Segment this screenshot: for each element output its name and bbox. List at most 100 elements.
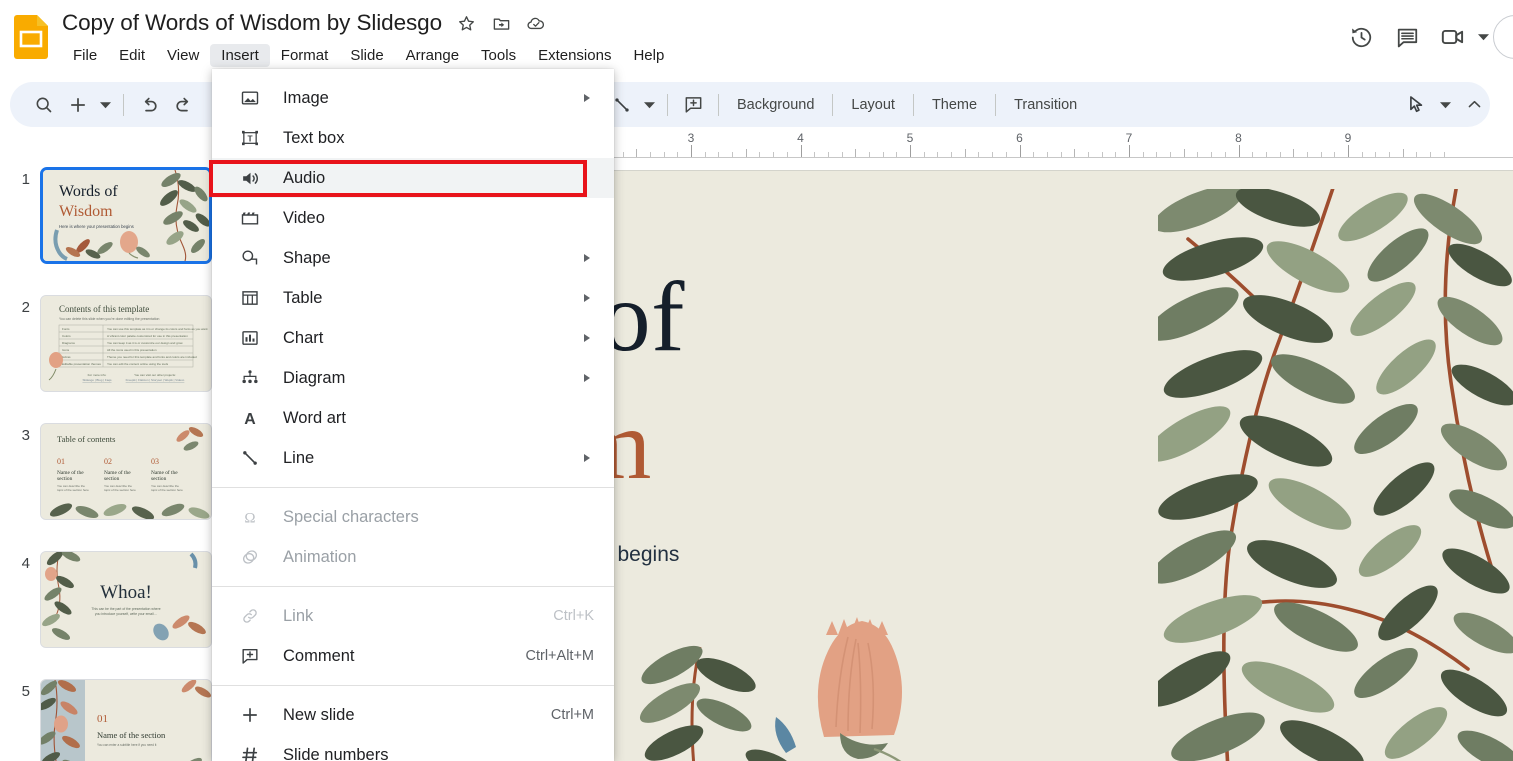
avatar[interactable] <box>1493 15 1513 59</box>
svg-text:Extras: Extras <box>62 355 71 359</box>
menu-bar: File Edit View Insert Format Slide Arran… <box>62 44 675 67</box>
slide-thumbnail[interactable]: 01 Name of the section You can enter a s… <box>40 679 212 761</box>
insert-menu-panel[interactable]: Image T Text box Audio Video Shape Table Chart D… <box>212 69 614 761</box>
meet-button[interactable] <box>1430 14 1493 60</box>
menu-item-audio[interactable]: Audio <box>212 158 614 198</box>
ruler-minor-tick <box>773 152 775 157</box>
menu-format[interactable]: Format <box>270 44 340 67</box>
menu-item-diagram[interactable]: Diagram <box>212 358 614 398</box>
comment-history-button[interactable] <box>1384 14 1430 60</box>
svg-text:Theme you need for this templa: Theme you need for this template and fon… <box>107 355 197 359</box>
current-slide[interactable]: Words of Wisdom Here is where your prese… <box>614 170 1513 761</box>
svg-text:Icons: Icons <box>62 348 70 352</box>
menu-item-label: Table <box>283 288 323 307</box>
menu-insert[interactable]: Insert <box>210 44 270 67</box>
menu-tools[interactable]: Tools <box>470 44 527 67</box>
move-to-folder-icon[interactable] <box>490 12 512 34</box>
svg-text:Whoa!: Whoa! <box>100 582 152 603</box>
menu-item-new-slide[interactable]: New slide Ctrl+M <box>212 695 614 735</box>
document-title[interactable]: Copy of Words of Wisdom by Slidesgo <box>62 10 442 36</box>
menu-item-word-art[interactable]: A Word art <box>212 398 614 438</box>
add-comment-icon[interactable] <box>676 88 710 122</box>
menu-item-video[interactable]: Video <box>212 198 614 238</box>
layout-button[interactable]: Layout <box>841 92 905 118</box>
cloud-saved-icon[interactable] <box>525 12 547 34</box>
slide-filmstrip[interactable]: 1 Words of Wisdom Here is where your pre… <box>0 131 212 761</box>
meet-dropdown-caret[interactable] <box>1478 33 1489 41</box>
menu-item-shape[interactable]: Shape <box>212 238 614 278</box>
search-icon[interactable] <box>27 88 61 122</box>
theme-button[interactable]: Theme <box>922 92 987 118</box>
toolbar-divider-4 <box>832 93 834 116</box>
video-camera-icon[interactable] <box>1430 14 1476 60</box>
ruler-minor-tick <box>1074 149 1076 157</box>
undo-arrow-icon[interactable] <box>132 88 166 122</box>
transition-button[interactable]: Transition <box>1004 92 1087 118</box>
menu-item-label: Special characters <box>283 507 419 526</box>
svg-text:A: A <box>244 411 256 428</box>
google-slides-logo[interactable] <box>14 15 48 59</box>
menu-edit[interactable]: Edit <box>108 44 156 67</box>
slide-title-line2[interactable]: Wisdom <box>614 387 652 502</box>
slide-thumbnail[interactable]: Table of contents 01 02 03 Name of the sect… <box>40 423 212 520</box>
add-dropdown-caret-down-icon[interactable] <box>95 88 115 122</box>
menu-arrange[interactable]: Arrange <box>395 44 470 67</box>
menu-item-label: Image <box>283 88 329 107</box>
menu-item-table[interactable]: Table <box>212 278 614 318</box>
ruler-minor-tick <box>1306 152 1308 157</box>
svg-text:Colors: Colors <box>62 334 71 338</box>
menu-extensions[interactable]: Extensions <box>527 44 622 67</box>
toolbar-divider-3 <box>718 93 719 116</box>
menu-item-chart[interactable]: Chart <box>212 318 614 358</box>
svg-text:01: 01 <box>57 457 65 466</box>
menu-item-text-box[interactable]: T Text box <box>212 118 614 158</box>
filmstrip-slide-4[interactable]: 4 Whoa! This can be the part of the pres… <box>0 551 212 648</box>
ruler-minor-tick <box>827 152 829 157</box>
redo-arrow-icon[interactable] <box>166 88 200 122</box>
menu-file[interactable]: File <box>62 44 108 67</box>
svg-text:You can enter a subtitle here: You can enter a subtitle here if you nee… <box>97 743 157 747</box>
menu-item-comment[interactable]: Comment Ctrl+Alt+M <box>212 636 614 676</box>
slide-thumbnail[interactable]: Whoa! This can be the part of the presen… <box>40 551 212 648</box>
menu-separator <box>212 487 614 488</box>
submenu-arrow-icon <box>584 294 590 302</box>
chevron-up-icon[interactable] <box>1457 88 1491 122</box>
select-tool-caret-down-icon[interactable] <box>1435 88 1455 122</box>
ruler-label: 7 <box>1125 131 1133 145</box>
menu-item-line[interactable]: Line <box>212 438 614 478</box>
ruler-minor-tick <box>622 152 624 157</box>
ruler-label: 5 <box>906 131 914 145</box>
filmstrip-slide-2[interactable]: 2 Contents of this template You can dele… <box>0 295 212 392</box>
slide-title-line1[interactable]: Words of <box>614 259 685 374</box>
star-icon[interactable] <box>455 12 477 34</box>
ruler-minor-tick <box>1279 152 1281 157</box>
menu-item-image[interactable]: Image <box>212 78 614 118</box>
ruler-minor-tick <box>937 152 939 157</box>
ruler-minor-tick <box>1224 152 1226 157</box>
menu-item-slide-numbers[interactable]: Slide numbers <box>212 735 614 761</box>
ruler-minor-tick <box>1293 149 1295 157</box>
version-history-button[interactable] <box>1338 14 1384 60</box>
menu-slide[interactable]: Slide <box>339 44 394 67</box>
svg-text:02: 02 <box>104 457 112 466</box>
menu-view[interactable]: View <box>156 44 210 67</box>
menu-help[interactable]: Help <box>622 44 675 67</box>
svg-text:topic of the section here: topic of the section here <box>151 488 183 492</box>
line-dropdown-caret-down-icon[interactable] <box>639 88 659 122</box>
background-button[interactable]: Background <box>727 92 824 118</box>
ruler-minor-tick <box>814 152 816 157</box>
top-bar: Copy of Words of Wisdom by Slidesgo File… <box>0 0 1513 78</box>
slide-canvas-area[interactable]: Words of Wisdom Here is where your prese… <box>614 162 1513 761</box>
menu-item-label: Chart <box>283 328 324 347</box>
filmstrip-slide-1[interactable]: 1 Words of Wisdom Here is where your pre… <box>0 167 212 264</box>
slide-thumbnail[interactable]: Words of Wisdom Here is where your prese… <box>40 167 212 264</box>
cursor-arrow-icon[interactable] <box>1399 88 1433 122</box>
ruler-major-tick <box>1348 145 1349 157</box>
svg-text:01: 01 <box>97 713 108 725</box>
ruler-label: 3 <box>687 131 695 145</box>
filmstrip-slide-3[interactable]: 3 Table of contents 01 02 03 Name of the se… <box>0 423 212 520</box>
plus-icon[interactable] <box>61 88 95 122</box>
menu-item-label: Video <box>283 208 325 227</box>
filmstrip-slide-5[interactable]: 5 01 Name of the section You can enter a… <box>0 679 212 761</box>
slide-thumbnail[interactable]: Contents of this template You can delete… <box>40 295 212 392</box>
